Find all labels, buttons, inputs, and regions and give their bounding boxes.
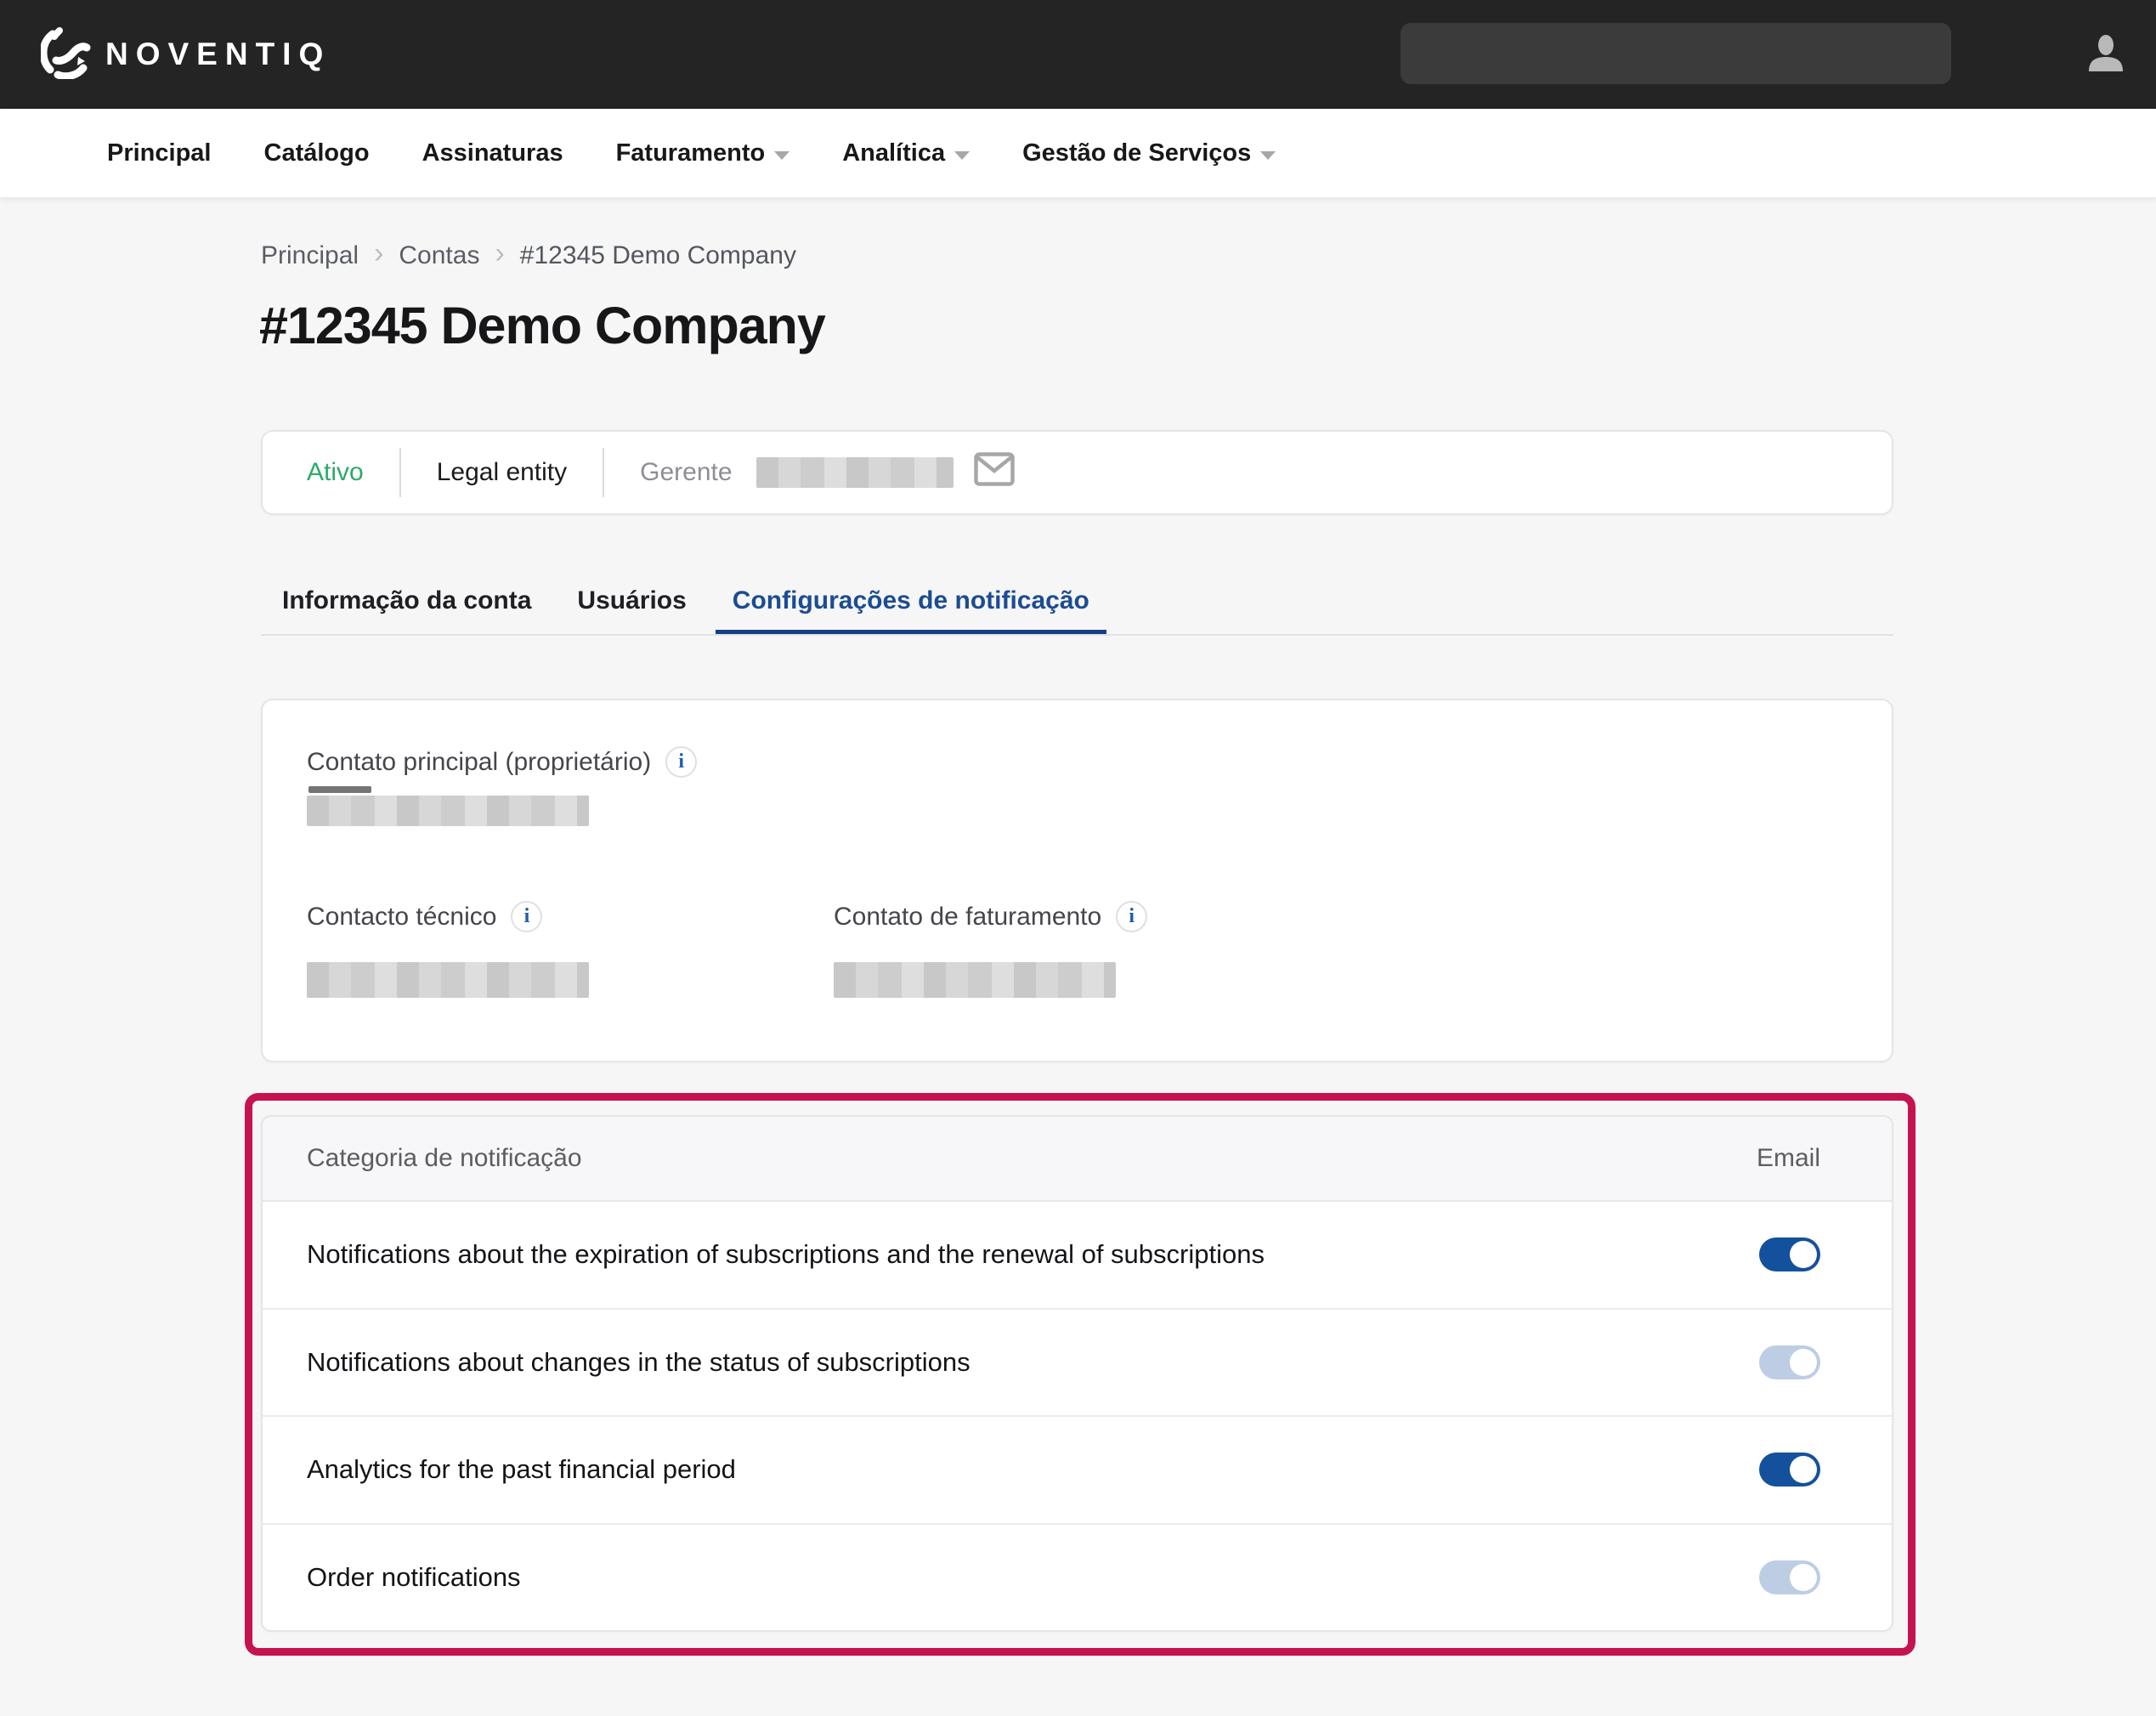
email-column-header: Email <box>1757 1144 1820 1173</box>
divider <box>603 448 604 497</box>
envelope-icon[interactable] <box>974 452 1015 493</box>
nav-item-gestao-servicos[interactable]: Gestão de Serviços <box>1022 139 1276 167</box>
email-toggle[interactable] <box>1759 1560 1820 1594</box>
billing-contact-redacted <box>834 962 1116 998</box>
blurred-text-fragment <box>308 786 371 793</box>
tab-usuarios[interactable]: Usuários <box>560 575 703 636</box>
tabs-baseline <box>261 634 1893 636</box>
search-input[interactable] <box>1401 23 1951 84</box>
breadcrumb-contas[interactable]: Contas <box>399 241 479 270</box>
nav-item-principal[interactable]: Principal <box>107 139 212 167</box>
account-page: NOVENTIQ Principal Catálogo Assinaturas … <box>0 0 2156 1716</box>
technical-contact-label: Contacto técnico i <box>307 901 542 932</box>
breadcrumb: Principal › Contas › #12345 Demo Company <box>261 241 796 270</box>
user-account-icon[interactable] <box>2084 32 2128 76</box>
breadcrumb-separator: › <box>495 241 504 266</box>
account-tabs: Informação da conta Usuários Configuraçõ… <box>265 575 1106 636</box>
notification-category-label: Notifications about the expiration of su… <box>307 1239 1265 1270</box>
page-title: #12345 Demo Company <box>259 296 825 355</box>
nav-item-catalogo[interactable]: Catálogo <box>264 139 370 167</box>
nav-item-analitica[interactable]: Analítica <box>842 139 970 167</box>
notification-category-label: Notifications about changes in the statu… <box>307 1347 970 1378</box>
divider <box>399 448 401 497</box>
toggle-knob <box>1790 1564 1817 1591</box>
notification-category-label: Order notifications <box>307 1562 521 1593</box>
table-row: Notifications about changes in the statu… <box>263 1310 1892 1418</box>
breadcrumb-principal[interactable]: Principal <box>261 241 359 270</box>
breadcrumb-separator: › <box>374 241 383 266</box>
nav-item-assinaturas[interactable]: Assinaturas <box>422 139 563 167</box>
chevron-down-icon <box>954 151 970 160</box>
tab-informacao-da-conta[interactable]: Informação da conta <box>265 575 548 636</box>
email-toggle[interactable] <box>1759 1345 1820 1379</box>
top-app-bar: NOVENTIQ <box>0 0 2156 109</box>
technical-contact-redacted <box>307 962 589 998</box>
notification-settings-table: Categoria de notificação Email Notificat… <box>261 1115 1893 1632</box>
breadcrumb-current: #12345 Demo Company <box>520 241 796 270</box>
category-column-header: Categoria de notificação <box>307 1144 582 1173</box>
logo-wordmark: NOVENTIQ <box>105 37 331 72</box>
table-row: Analytics for the past financial period <box>263 1417 1892 1525</box>
account-status-bar: Ativo Legal entity Gerente <box>261 430 1893 515</box>
toggle-knob <box>1790 1241 1817 1268</box>
primary-contact-redacted <box>307 796 589 826</box>
entity-type-label: Legal entity <box>437 458 567 487</box>
chevron-down-icon <box>1260 151 1276 160</box>
table-header-row: Categoria de notificação Email <box>263 1117 1892 1202</box>
toggle-knob <box>1790 1349 1817 1376</box>
primary-contact-label: Contato principal (proprietário) i <box>307 746 697 778</box>
tab-configuracoes-de-notificacao[interactable]: Configurações de notificação <box>716 575 1106 636</box>
table-row: Order notifications <box>263 1525 1892 1631</box>
noventiq-mark-icon <box>41 26 92 83</box>
email-toggle[interactable] <box>1759 1237 1820 1271</box>
main-nav: Principal Catálogo Assinaturas Faturamen… <box>0 109 2156 197</box>
table-row: Notifications about the expiration of su… <box>263 1202 1892 1310</box>
info-icon[interactable]: i <box>511 901 542 932</box>
info-icon[interactable]: i <box>1116 901 1147 932</box>
status-badge: Ativo <box>307 458 364 487</box>
billing-contact-label: Contato de faturamento i <box>834 901 1147 932</box>
contacts-card: Contato principal (proprietário) i Conta… <box>261 699 1893 1062</box>
chevron-down-icon <box>774 151 789 160</box>
info-icon[interactable]: i <box>665 746 697 778</box>
notification-category-label: Analytics for the past financial period <box>307 1454 736 1485</box>
nav-item-faturamento[interactable]: Faturamento <box>616 139 790 167</box>
noventiq-logo[interactable]: NOVENTIQ <box>41 26 331 83</box>
email-toggle[interactable] <box>1759 1453 1820 1487</box>
manager-name-redacted <box>756 457 954 488</box>
toggle-knob <box>1790 1456 1817 1483</box>
manager-label: Gerente <box>640 458 732 487</box>
